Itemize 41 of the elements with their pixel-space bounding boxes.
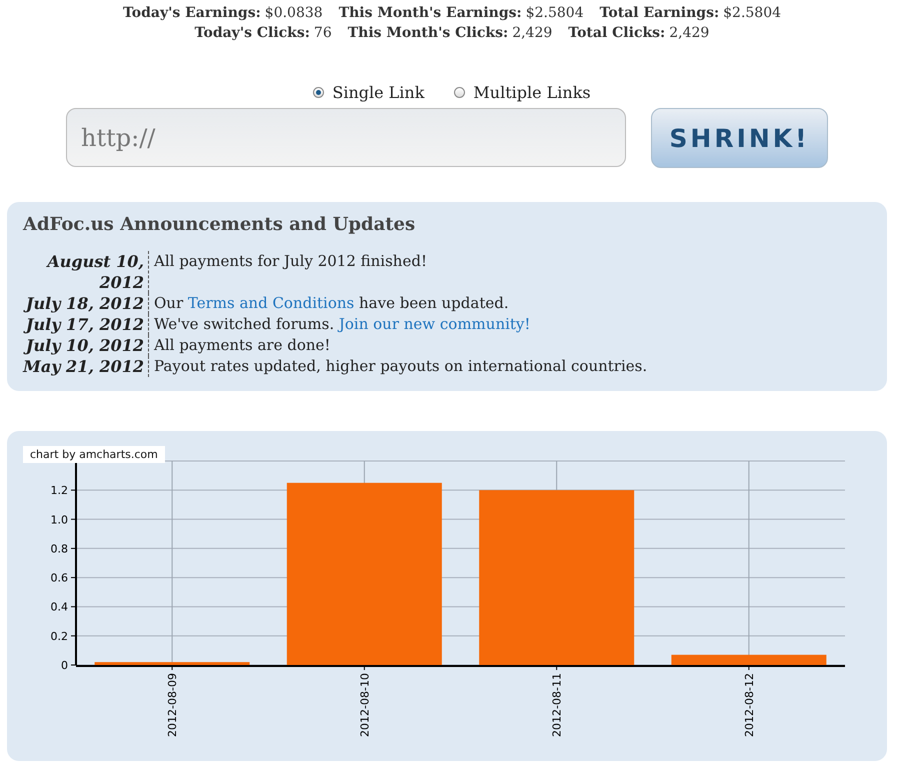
announcement-date: July 10, 2012 [23,335,149,356]
y-tick-label: 0.6 [50,572,68,585]
x-tick-label: 2012-08-11 [550,673,564,737]
y-tick-label: 0.8 [50,542,68,556]
announcement-date: July 17, 2012 [23,314,149,335]
stat-value: $2.5804 [723,4,782,23]
announcement-link[interactable]: Join our new community! [338,315,530,333]
announcement-text: Our Terms and Conditions have been updated. [153,293,510,314]
panel-title: AdFoc.us Announcements and Updates [23,214,416,235]
announcement-text: We've switched forums. Join our new community! [153,314,532,335]
announcement-link[interactable]: Terms and Conditions [188,294,354,312]
announcement-text: All payments are done! [152,335,332,356]
announcement-date: May 21, 2012 [23,356,149,377]
y-tick-label: 1.2 [50,484,68,498]
y-tick-label: 1.0 [50,513,68,526]
stat-label: Today's Earnings: [122,4,261,23]
shrink-button[interactable]: SHRINK! [651,108,828,168]
url-field[interactable]: http:// [66,108,626,167]
x-tick-label: 2012-08-09 [166,673,180,737]
y-tick-label: 0 [61,659,68,672]
announcement-date: July 18, 2012 [23,293,149,314]
announcement-text: Payout rates updated, higher payouts on international countries. [153,356,648,377]
chart-credit: chart by amcharts.com [23,446,165,463]
stat-value: 76 [314,24,332,43]
stat-value: $0.0838 [264,4,323,23]
stat-value: $2.5804 [526,4,584,23]
x-tick-label: 2012-08-10 [358,673,372,737]
stat-label: Total Clicks: [568,24,666,43]
x-tick-label: 2012-08-12 [742,673,756,737]
stat-label: This Month's Clicks: [348,24,508,43]
stat-label: This Month's Earnings: [338,4,522,23]
announcement-text: All payments for July 2012 finished! [152,251,428,272]
stat-label: Total Earnings: [600,4,720,23]
stat-label: Today's Clicks: [194,24,310,43]
y-tick-label: 0.4 [50,600,68,614]
stat-value: 2,429 [669,24,710,43]
radio-label[interactable]: Single Link [332,83,424,102]
y-tick-label: 0.2 [50,630,68,643]
stat-value: 2,429 [512,24,552,43]
announcement-date: August 10, 2012 [23,251,149,293]
radio-label[interactable]: Multiple Links [473,83,591,102]
